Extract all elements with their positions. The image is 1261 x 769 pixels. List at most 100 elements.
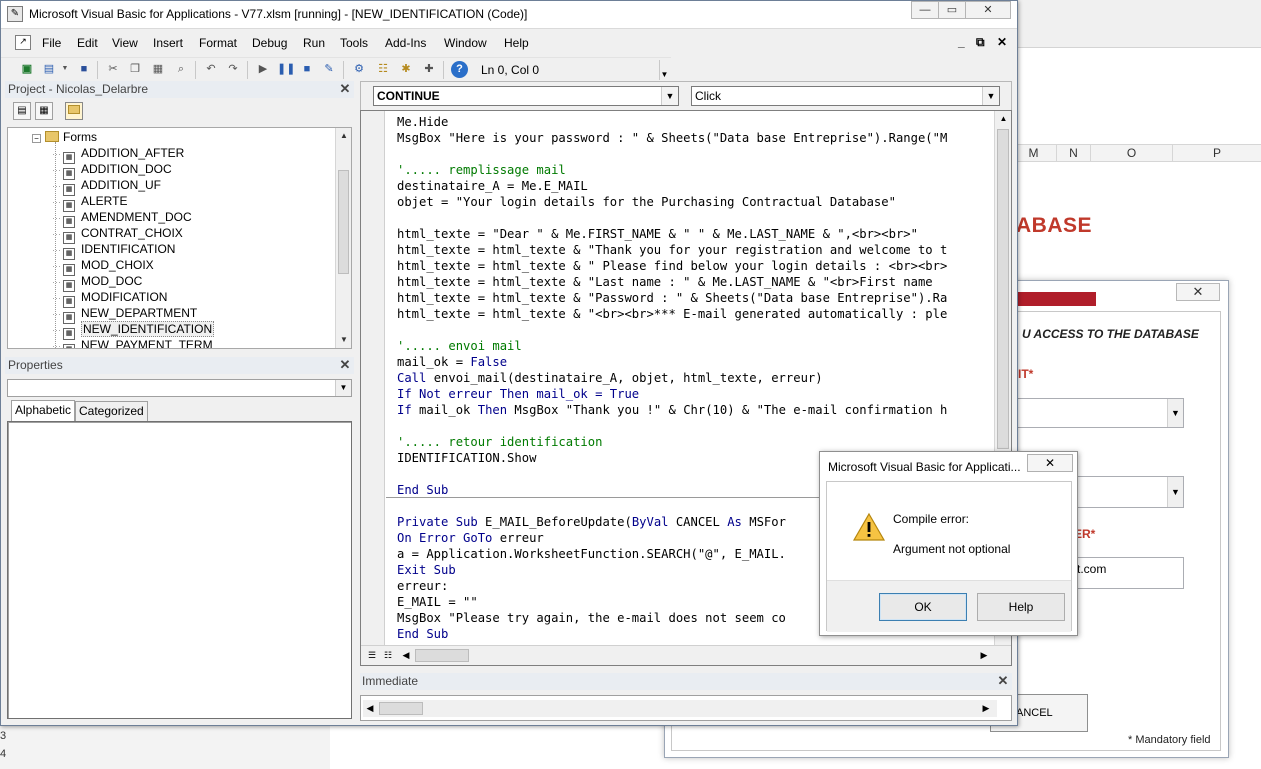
menu-run[interactable]: Run (303, 36, 325, 50)
scroll-up-icon[interactable]: ▲ (995, 111, 1011, 127)
code-line[interactable]: If mail_ok Then MsgBox "Thank you !" & C… (397, 402, 987, 418)
menu-insert[interactable]: Insert (153, 36, 183, 50)
code-line[interactable]: html_texte = html_texte & "Password : " … (397, 290, 987, 306)
close-icon[interactable]: ✕ (996, 674, 1010, 688)
scroll-left-icon[interactable]: ◀ (363, 701, 377, 716)
code-line[interactable]: html_texte = "Dear " & Me.FIRST_NAME & "… (397, 226, 987, 242)
redo-icon[interactable]: ↷ (225, 61, 241, 77)
column-header-n[interactable]: N (1056, 145, 1090, 162)
tree-item-form[interactable]: ··· ▦ CONTRAT_CHOIX (52, 226, 183, 244)
maximize-button[interactable]: ▭ (938, 1, 966, 19)
code-line[interactable]: mail_ok = False (397, 354, 987, 370)
menu-format[interactable]: Format (199, 36, 237, 50)
view-object-icon[interactable]: ▦ (35, 102, 53, 120)
code-line[interactable]: html_texte = html_texte & " Please find … (397, 258, 987, 274)
scroll-down-icon[interactable]: ▼ (336, 332, 351, 348)
find-icon[interactable]: ⌕ (173, 61, 189, 77)
design-mode-icon[interactable]: ✎ (321, 61, 337, 77)
tree-item-form[interactable]: ··· ▦ ADDITION_AFTER (52, 146, 184, 164)
tree-item-form[interactable]: ··· ▦ NEW_IDENTIFICATION (52, 321, 215, 340)
code-horizontal-scrollbar[interactable]: ☰ ☷ ◀ ▶ (361, 645, 1011, 665)
scroll-thumb[interactable] (338, 170, 349, 274)
full-module-view-icon[interactable]: ☷ (381, 648, 395, 663)
chevron-down-icon[interactable]: ▼ (982, 87, 999, 105)
code-line[interactable]: '..... retour identification (397, 434, 987, 450)
column-header-p[interactable]: P (1172, 145, 1261, 162)
code-line[interactable]: html_texte = html_texte & "Last name : "… (397, 274, 987, 290)
run-icon[interactable]: ▶ (255, 61, 271, 77)
code-line[interactable] (397, 418, 987, 434)
tree-item-form[interactable]: ··· ▦ MOD_DOC (52, 274, 142, 292)
close-icon[interactable]: ✕ (338, 82, 352, 96)
immediate-input[interactable]: ◀ ▶ (360, 695, 1012, 721)
code-line[interactable]: destinataire_A = Me.E_MAIL (397, 178, 987, 194)
object-browser-icon[interactable]: ✱ (398, 61, 414, 77)
code-line[interactable]: Call envoi_mail(destinataire_A, objet, h… (397, 370, 987, 386)
code-window-icon[interactable]: ↗ (15, 35, 31, 50)
properties-window-icon[interactable]: ☷ (375, 61, 391, 77)
scroll-thumb[interactable] (379, 702, 423, 715)
close-button[interactable]: ✕ (965, 1, 1011, 19)
tree-item-form[interactable]: ··· ▦ ADDITION_UF (52, 178, 161, 196)
code-line[interactable]: Me.Hide (397, 114, 987, 130)
menu-add-ins[interactable]: Add-Ins (385, 36, 426, 50)
reset-icon[interactable]: ■ (299, 61, 315, 77)
close-icon[interactable]: ✕ (338, 358, 352, 372)
procedure-combo[interactable]: Click ▼ (691, 86, 1000, 106)
scroll-right-icon[interactable]: ▶ (979, 701, 993, 716)
dialog-close-button[interactable]: ✕ (1027, 454, 1073, 472)
code-line[interactable]: html_texte = html_texte & "<br><br>*** E… (397, 306, 987, 322)
chevron-down-icon[interactable]: ▼ (335, 380, 351, 396)
child-restore-icon[interactable]: ⧉ (976, 35, 985, 50)
code-line[interactable]: '..... remplissage mail (397, 162, 987, 178)
code-line[interactable]: html_texte = html_texte & "Thank you for… (397, 242, 987, 258)
procedure-view-icon[interactable]: ☰ (365, 648, 379, 663)
scroll-thumb[interactable] (997, 129, 1009, 449)
minimize-button[interactable]: — (911, 1, 939, 19)
code-line[interactable] (397, 322, 987, 338)
project-explorer-icon[interactable]: ⚙ (351, 61, 367, 77)
tree-item-form[interactable]: ··· ▦ MOD_CHOIX (52, 258, 154, 276)
menu-tools[interactable]: Tools (340, 36, 368, 50)
immediate-scrollbar[interactable]: ◀ ▶ (363, 700, 997, 717)
chevron-down-icon[interactable]: ▼ (1167, 399, 1183, 427)
tab-categorized[interactable]: Categorized (75, 401, 148, 421)
column-header-o[interactable]: O (1090, 145, 1172, 162)
properties-grid[interactable] (7, 421, 352, 719)
excel-view-icon[interactable]: ▣ (19, 61, 35, 77)
menu-window[interactable]: Window (444, 36, 487, 50)
tree-item-form[interactable]: ··· ▦ NEW_DEPARTMENT (52, 306, 197, 324)
tree-item-form[interactable]: ···▦ NEW_PAYMENT_TERM (52, 338, 213, 348)
tree-folder-forms[interactable]: − Forms (32, 130, 97, 146)
menu-view[interactable]: View (112, 36, 138, 50)
tab-alphabetic[interactable]: Alphabetic (11, 400, 76, 421)
code-line[interactable]: If Not erreur Then mail_ok = True (397, 386, 987, 402)
menu-help[interactable]: Help (504, 36, 529, 50)
tree-item-form[interactable]: ··· ▦ ADDITION_DOC (52, 162, 172, 180)
chevron-down-icon[interactable]: ▼ (661, 87, 678, 105)
tree-item-form[interactable]: ··· ▦ AMENDMENT_DOC (52, 210, 192, 228)
tree-item-form[interactable]: ··· ▦ IDENTIFICATION (52, 242, 175, 260)
save-icon[interactable]: ■ (76, 61, 92, 77)
scroll-up-icon[interactable]: ▲ (336, 128, 351, 144)
ok-button[interactable]: OK (879, 593, 967, 621)
tree-item-form[interactable]: ··· ▦ MODIFICATION (52, 290, 167, 308)
toolbar-overflow-icon[interactable]: ▼ (659, 60, 669, 80)
break-icon[interactable]: ❚❚ (277, 61, 295, 77)
object-combo[interactable]: CONTINUE ▼ (373, 86, 679, 106)
code-line[interactable] (397, 146, 987, 162)
collapse-icon[interactable]: − (32, 134, 41, 143)
paste-icon[interactable]: ▦ (150, 61, 166, 77)
properties-object-combo[interactable]: ▼ (7, 379, 352, 397)
scroll-right-icon[interactable]: ▶ (977, 648, 991, 663)
insert-userform-icon[interactable]: ▤ (41, 61, 57, 77)
scroll-thumb[interactable] (415, 649, 469, 662)
menu-edit[interactable]: Edit (77, 36, 98, 50)
copy-icon[interactable]: ❐ (127, 61, 143, 77)
code-line[interactable] (397, 210, 987, 226)
scroll-left-icon[interactable]: ◀ (399, 648, 413, 663)
child-minimize-icon[interactable]: _ (958, 35, 965, 49)
child-close-icon[interactable]: ✕ (997, 35, 1007, 49)
chevron-down-icon[interactable]: ▼ (57, 61, 73, 77)
cut-icon[interactable]: ✂ (105, 61, 121, 77)
